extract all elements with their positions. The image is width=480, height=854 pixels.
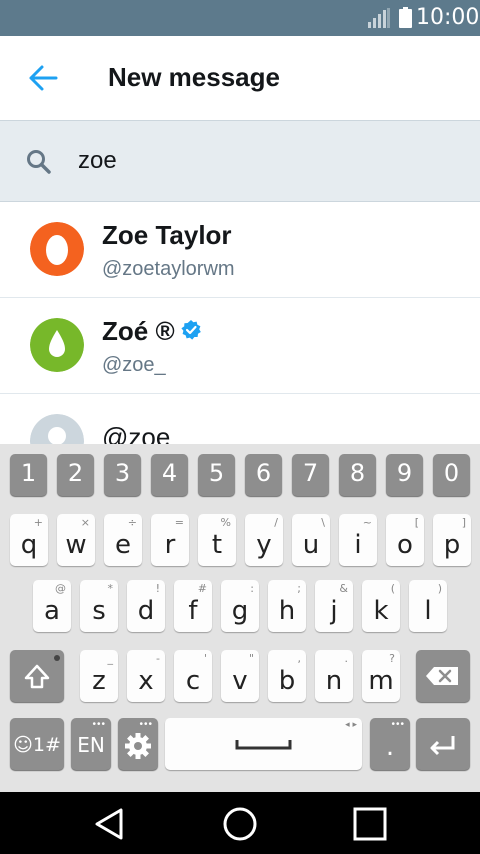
key-s[interactable]: * s: [80, 580, 118, 632]
key-7[interactable]: 7: [292, 454, 329, 496]
nav-back-icon[interactable]: [91, 806, 127, 842]
key-m[interactable]: ? m: [362, 650, 400, 702]
contact-name: @zoe: [102, 422, 171, 444]
key-2[interactable]: 2: [57, 454, 94, 496]
key-9[interactable]: 9: [386, 454, 423, 496]
key-3[interactable]: 3: [104, 454, 141, 496]
key-5[interactable]: 5: [198, 454, 235, 496]
key-q[interactable]: + q: [10, 514, 48, 566]
contact-name-wrap: Zoé ®: [102, 316, 201, 347]
page-title: New message: [108, 62, 280, 92]
dots-icon: •••: [391, 719, 405, 730]
key-y[interactable]: / y: [245, 514, 283, 566]
app-header: New message: [0, 36, 480, 120]
space-key[interactable]: ◂ ▸: [165, 718, 362, 770]
enter-key[interactable]: [416, 718, 470, 770]
key-r[interactable]: = r: [151, 514, 189, 566]
settings-key[interactable]: •••: [118, 718, 158, 770]
key-g[interactable]: :g: [221, 580, 259, 632]
key-z[interactable]: _ z: [80, 650, 118, 702]
key-0[interactable]: 0: [433, 454, 470, 496]
contact-handle: @zoetaylorwm: [102, 258, 235, 280]
key-t[interactable]: % t: [198, 514, 236, 566]
backspace-icon: [426, 667, 458, 685]
status-bar: 10:00: [0, 0, 480, 36]
key-b[interactable]: ,b: [268, 650, 306, 702]
key-d[interactable]: ! d: [127, 580, 165, 632]
key-j[interactable]: & j: [315, 580, 353, 632]
key-i[interactable]: ~ i: [339, 514, 377, 566]
avatar: [30, 318, 84, 372]
key-u[interactable]: \ u: [292, 514, 330, 566]
status-time: 10:00: [416, 5, 480, 30]
contact-name: Zoé ®: [102, 316, 175, 346]
key-n[interactable]: .n: [315, 650, 353, 702]
list-item[interactable]: @zoe: [0, 394, 480, 444]
avatar: [30, 222, 84, 276]
shift-key[interactable]: [10, 650, 64, 702]
search-input[interactable]: [78, 141, 448, 181]
key-x[interactable]: -x: [127, 650, 165, 702]
list-item[interactable]: Zoe Taylor @zoetaylorwm: [0, 202, 480, 298]
key-e[interactable]: ÷ e: [104, 514, 142, 566]
verified-badge-icon: [181, 320, 201, 340]
contact-name: Zoe Taylor: [102, 220, 232, 250]
shift-icon: [24, 655, 60, 689]
list-item[interactable]: Zoé ® @zoe_: [0, 298, 480, 394]
avatar: [30, 414, 84, 444]
key-k[interactable]: (k: [362, 580, 400, 632]
key-8[interactable]: 8: [339, 454, 376, 496]
search-bar: [0, 120, 480, 202]
enter-icon: [430, 736, 455, 756]
period-key[interactable]: ••• .: [370, 718, 410, 770]
gear-icon: [125, 733, 151, 759]
search-icon: [27, 150, 51, 174]
space-bar-icon: [235, 740, 292, 750]
key-a[interactable]: @ a: [33, 580, 71, 632]
key-h[interactable]: ; h: [268, 580, 306, 632]
key-p[interactable]: ] p: [433, 514, 471, 566]
navigation-bar: [0, 792, 480, 854]
battery-icon: [399, 7, 412, 28]
search-results-list: Zoe Taylor @zoetaylorwm Zoé ® @zoe_ @zoe: [0, 202, 480, 444]
screen: 10:00 New message Zoe Taylor @zoetaylorw…: [0, 0, 480, 854]
backspace-key[interactable]: [416, 650, 470, 702]
key-f[interactable]: # f: [174, 580, 212, 632]
key-o[interactable]: [o: [386, 514, 424, 566]
nav-home-icon[interactable]: [222, 806, 258, 842]
keyboard: 1 2 3 4 5 6 7 8 9 0 + q × w ÷ e = r % t / y \ u…: [0, 444, 480, 792]
key-1[interactable]: 1: [10, 454, 47, 496]
contact-handle: @zoe_: [102, 354, 166, 376]
key-w[interactable]: × w: [57, 514, 95, 566]
nav-recents-icon[interactable]: [352, 806, 388, 842]
key-4[interactable]: 4: [151, 454, 188, 496]
dots-icon: •••: [92, 719, 106, 730]
arrow-left-icon[interactable]: [28, 64, 58, 92]
emoji-symbols-key[interactable]: ☺1#: [10, 718, 64, 770]
key-c[interactable]: ' c: [174, 650, 212, 702]
key-v[interactable]: " v: [221, 650, 259, 702]
signal-icon: [368, 8, 390, 28]
language-key[interactable]: ••• EN: [71, 718, 111, 770]
key-l[interactable]: ) l: [409, 580, 447, 632]
key-6[interactable]: 6: [245, 454, 282, 496]
